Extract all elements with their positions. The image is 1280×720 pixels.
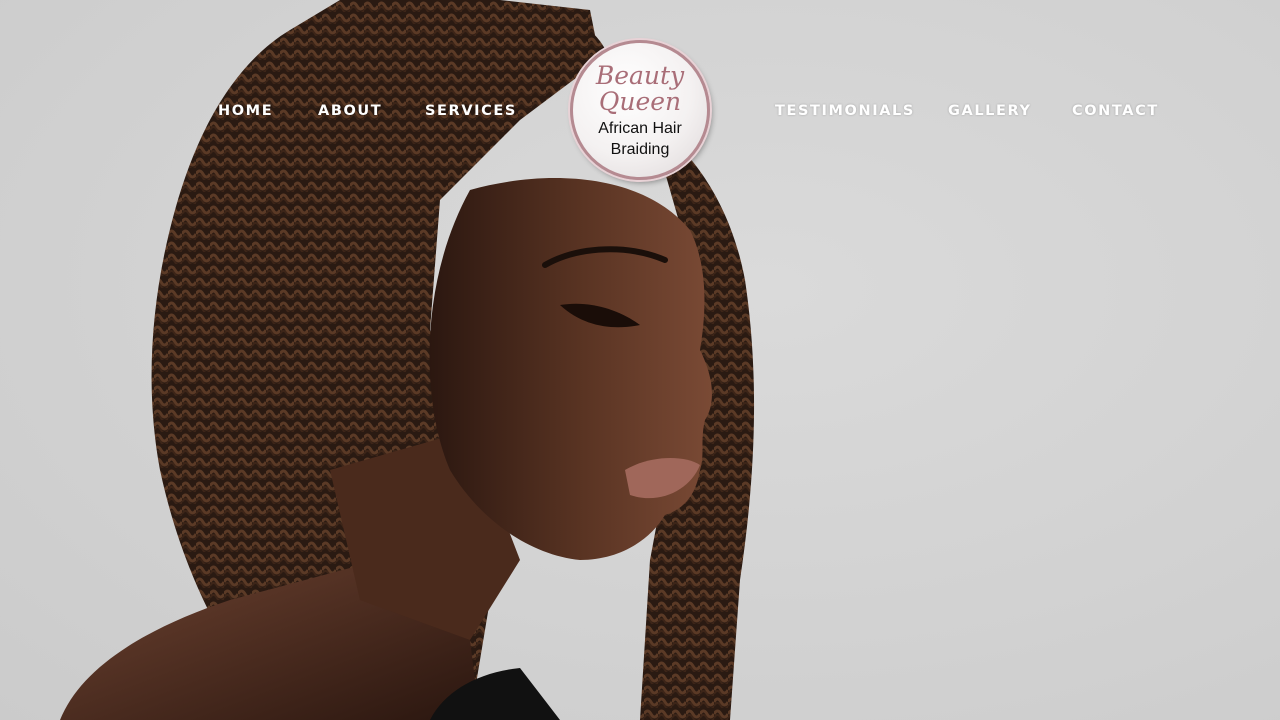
- nav-home-link[interactable]: HOME: [218, 103, 273, 119]
- nav-about-link[interactable]: ABOUT: [318, 103, 382, 119]
- logo-text-queen: Queen: [598, 87, 682, 116]
- nav-gallery-link[interactable]: GALLERY: [948, 103, 1032, 119]
- logo-text-african-hair: African Hair: [598, 120, 682, 137]
- logo-text-beauty: Beauty: [595, 61, 685, 90]
- nav-testimonials-link[interactable]: TESTIMONIALS: [775, 103, 915, 119]
- nav-services-link[interactable]: SERVICES: [425, 103, 517, 119]
- logo-text-braiding: Braiding: [610, 141, 670, 158]
- nav-contact-link[interactable]: CONTACT: [1072, 103, 1159, 119]
- site-logo[interactable]: Beauty Queen African Hair Braiding: [570, 40, 710, 180]
